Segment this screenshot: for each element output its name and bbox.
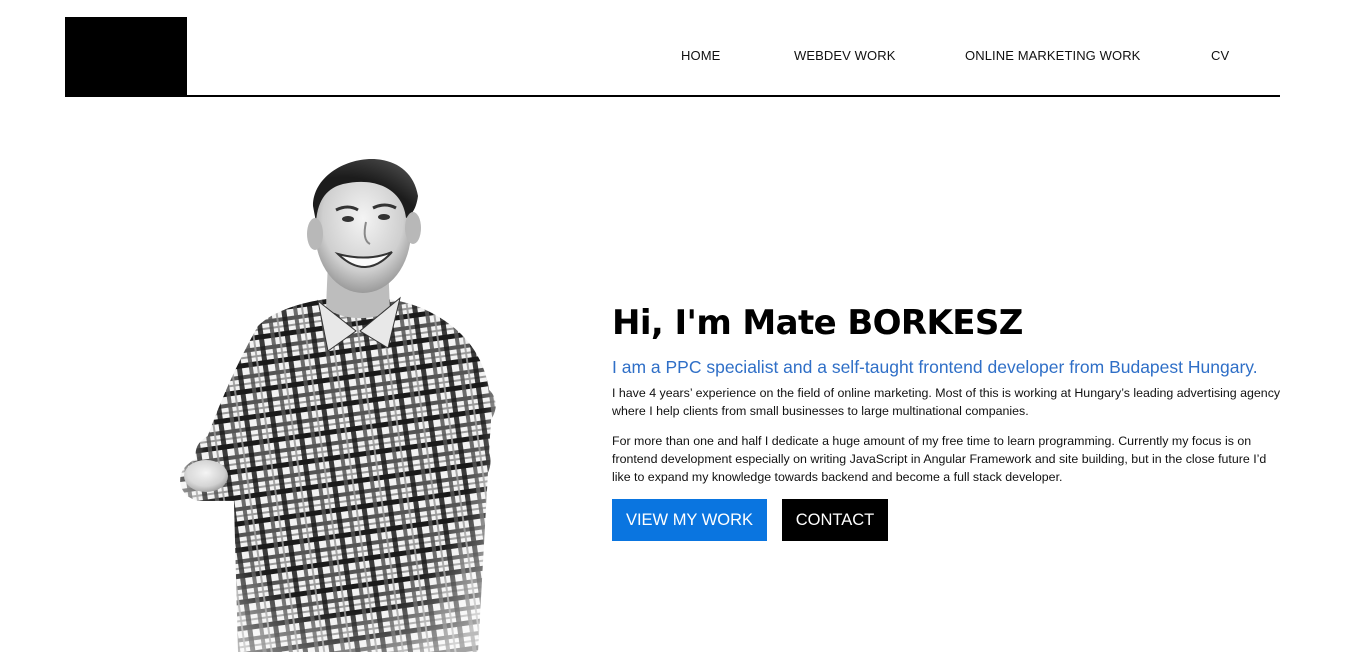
profile-photo [178,136,508,652]
header-divider [65,95,1280,97]
nav-cv[interactable]: CV [1211,48,1229,63]
page: HOME WEBDEV WORK ONLINE MARKETING WORK C… [0,0,1346,652]
nav-home[interactable]: HOME [681,48,720,63]
nav-webdev-work[interactable]: WEBDEV WORK [794,48,896,63]
hero-paragraph-experience: I have 4 years’ experience on the field … [612,386,1281,418]
hero-subtitle: I am a PPC specialist and a self-taught … [612,357,1258,377]
view-my-work-button[interactable]: VIEW MY WORK [612,499,767,541]
hero-section: Hi, I'm Mate BORKESZ I am a PPC speciali… [612,300,1292,486]
hero-paragraph-programming: For more than one and half I dedicate a … [612,434,1267,484]
logo[interactable] [65,17,187,97]
hero-title: Hi, I'm Mate BORKESZ [612,303,1023,343]
contact-button[interactable]: CONTACT [782,499,888,541]
nav-online-marketing-work[interactable]: ONLINE MARKETING WORK [965,48,1140,63]
